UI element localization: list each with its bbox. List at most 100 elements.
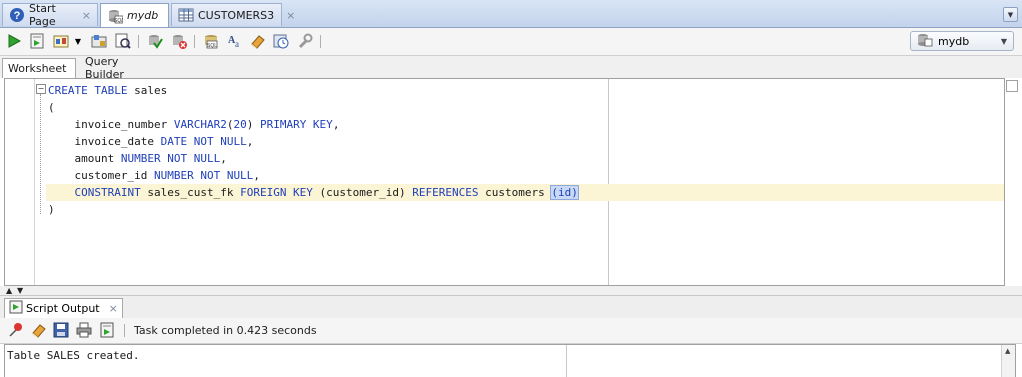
code-token: customer_id	[48, 169, 154, 182]
unshared-sql-button[interactable]: SQL	[202, 32, 220, 50]
code-token: (	[48, 101, 55, 114]
toolbar-separator	[194, 35, 195, 48]
sql-keyword: NUMBER NOT NULL	[120, 152, 221, 165]
rollback-button[interactable]	[170, 32, 188, 50]
explain-plan-button[interactable]	[90, 32, 108, 50]
toolbar-separator	[124, 324, 125, 337]
tools-button[interactable]	[296, 32, 314, 50]
sql-history-icon	[273, 34, 289, 49]
document-tab-strip: ? Start Page × SQL mydb CUSTOMERS3 × ▼	[0, 0, 1022, 28]
connection-select[interactable]: mydb ▼	[910, 31, 1014, 51]
toolbar-separator	[320, 35, 321, 48]
pin-button[interactable]	[7, 321, 25, 339]
close-icon[interactable]: ×	[286, 9, 295, 22]
output-toolbar: Task completed in 0.423 seconds	[0, 318, 1022, 344]
chevron-down-icon: ▼	[1000, 36, 1007, 46]
tab-query-builder[interactable]: Query Builder	[80, 55, 160, 81]
sql-tuning-icon	[115, 33, 131, 49]
print-icon	[76, 322, 92, 338]
code-line: (	[48, 99, 55, 116]
eraser-icon	[32, 324, 46, 338]
save-output-button[interactable]	[52, 321, 70, 339]
code-line: invoice_date DATE NOT NULL,	[48, 133, 253, 150]
code-token: customers	[478, 186, 552, 199]
code-token: invoice_date	[48, 135, 161, 148]
tab-list-dropdown-button[interactable]: ▼	[1003, 7, 1018, 22]
database-connection-icon	[917, 33, 933, 50]
output-tab-bar: Script Output ×	[0, 295, 1022, 318]
sql-tuning-button[interactable]	[114, 32, 132, 50]
code-token: ,	[332, 118, 340, 131]
sql-keyword: PRIMARY KEY	[259, 118, 333, 131]
run-script-button[interactable]	[28, 32, 46, 50]
code-token: ,	[220, 152, 227, 165]
to-upper-lower-button[interactable]: Aa	[226, 32, 244, 50]
svg-text:a: a	[235, 39, 239, 49]
open-in-worksheet-button[interactable]	[98, 321, 116, 339]
script-output-icon	[9, 300, 23, 317]
tools-icon	[298, 33, 313, 49]
sql-keyword: VARCHAR2	[173, 118, 227, 131]
scroll-up-icon[interactable]: ▲	[1005, 347, 1010, 355]
autotrace-button[interactable]	[52, 32, 70, 50]
sql-history-button[interactable]	[272, 32, 290, 50]
expand-up-icon[interactable]: ▲	[6, 286, 12, 295]
code-token: )	[48, 203, 55, 216]
sql-keyword: FOREIGN KEY	[240, 186, 313, 199]
autotrace-icon	[53, 35, 69, 48]
close-icon[interactable]: ×	[109, 302, 118, 315]
commit-icon	[149, 35, 163, 49]
fold-collapse-icon[interactable]: −	[36, 84, 46, 94]
explain-plan-icon	[91, 35, 107, 48]
sql-keyword: (id)	[550, 185, 579, 200]
close-icon[interactable]: ×	[82, 9, 91, 22]
code-token: amount	[48, 152, 121, 165]
code-token: invoice_number	[48, 118, 174, 131]
print-output-button[interactable]	[75, 321, 93, 339]
toolbar-separator	[138, 35, 139, 48]
tab-label: Script Output	[26, 302, 100, 315]
svg-text:?: ?	[14, 10, 21, 22]
tab-script-output[interactable]: Script Output ×	[4, 298, 123, 318]
sql-editor[interactable]: − CREATE TABLE sales ( invoice_number VAR…	[4, 78, 1005, 286]
sql-keyword: DATE NOT NULL	[160, 135, 247, 148]
tab-mydb-worksheet[interactable]: SQL mydb	[100, 3, 169, 27]
output-text: Table SALES created.	[7, 349, 140, 362]
svg-text:SQL: SQL	[207, 43, 217, 49]
code-line: amount NUMBER NOT NULL,	[48, 150, 227, 167]
commit-button[interactable]	[146, 32, 164, 50]
worksheet-toolbar: ▼ SQL Aa mydb ▼	[0, 28, 1022, 56]
table-grid-icon	[178, 7, 194, 23]
code-line: customer_id NUMBER NOT NULL,	[48, 167, 259, 184]
sql-keyword: NUMBER NOT NULL	[153, 169, 254, 182]
code-token: sales_cust_fk	[140, 186, 241, 199]
pin-icon	[9, 323, 22, 337]
right-margin-line	[608, 79, 609, 285]
clear-output-button[interactable]	[30, 321, 48, 339]
code-line: invoice_number VARCHAR2(20) PRIMARY KEY,	[48, 116, 339, 133]
output-divider	[566, 345, 567, 377]
run-statement-icon	[8, 34, 22, 48]
tab-customers3[interactable]: CUSTOMERS3 ×	[171, 3, 295, 26]
tab-label: Start Page	[29, 2, 56, 28]
clear-button[interactable]	[249, 32, 267, 50]
collapse-down-icon[interactable]: ▼	[17, 286, 23, 295]
tab-worksheet[interactable]: Worksheet	[2, 58, 76, 78]
code-token: )	[246, 118, 260, 131]
editor-corner-box[interactable]	[1006, 80, 1018, 92]
autotrace-dropdown[interactable]: ▼	[72, 32, 84, 50]
tab-label: mydb	[127, 9, 159, 22]
panel-splitter[interactable]: ▲ ▼	[0, 286, 1022, 295]
code-line: )	[48, 201, 55, 218]
run-statement-button[interactable]	[5, 32, 23, 50]
clear-icon	[251, 35, 265, 49]
tab-start-page[interactable]: ? Start Page ×	[2, 2, 98, 28]
unshared-sql-icon: SQL	[205, 35, 218, 49]
sql-keyword: REFERENCES	[412, 186, 479, 199]
output-scrollbar[interactable]: ▲	[1001, 345, 1015, 377]
connection-name: mydb	[938, 34, 970, 48]
sql-keyword: CREATE TABLE	[48, 84, 128, 97]
rollback-icon	[173, 35, 187, 49]
fold-guide	[40, 94, 42, 214]
script-output-area[interactable]: Table SALES created. ▲	[4, 344, 1016, 377]
